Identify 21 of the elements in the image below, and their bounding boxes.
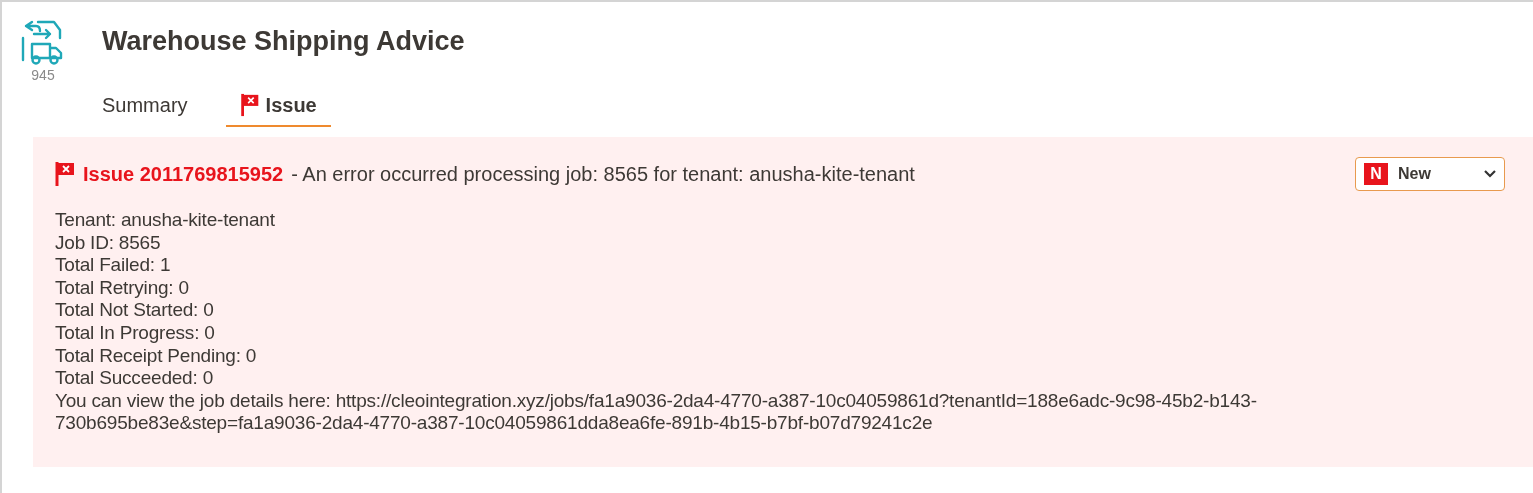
tab[interactable]: Summary (102, 89, 188, 127)
detail-line: Job ID: 8565 (55, 231, 162, 255)
flag-icon (55, 161, 75, 187)
flag-icon (239, 93, 260, 117)
detail-line: Total Receipt Pending: 0 (55, 344, 258, 368)
status-badge: N (1364, 163, 1388, 185)
document-code: 945 (31, 67, 55, 83)
tab[interactable]: Issue (225, 89, 331, 127)
detail-line: 730b695be83e&step=fa1a9036-2da4-4770-a387-10c04059861dda8ea6fe-891b-4b15-b7bf-b07d79241c2e (55, 412, 934, 435)
detail-line: Total Not Started: 0 (55, 299, 215, 322)
detail-line: Total Retrying: 0 (55, 276, 190, 300)
detail-line: Total Succeeded: 0 (55, 367, 214, 390)
detail-line: Total Failed: 1 (55, 254, 172, 277)
detail-line: You can view the job details here: https://cleointegration.xyz/jobs/fa1a9036-2da4-4770-a387-10c04059861d?tenantId=188e6adc-9c98-45b2-b143- (55, 389, 1258, 413)
issue-message: - An error occurred processing job: 8565 for tenant: anusha-kite-tenant (291, 162, 915, 186)
issue-id: Issue 2011769815952 (83, 162, 284, 186)
status-dropdown[interactable]: N New (1355, 157, 1505, 191)
detail-line: Tenant: anusha-kite-tenant (55, 209, 276, 232)
detail-line: Total In Progress: 0 (55, 321, 216, 345)
chevron-down-icon (1484, 170, 1496, 178)
page-title: Warehouse Shipping Advice (102, 26, 465, 57)
